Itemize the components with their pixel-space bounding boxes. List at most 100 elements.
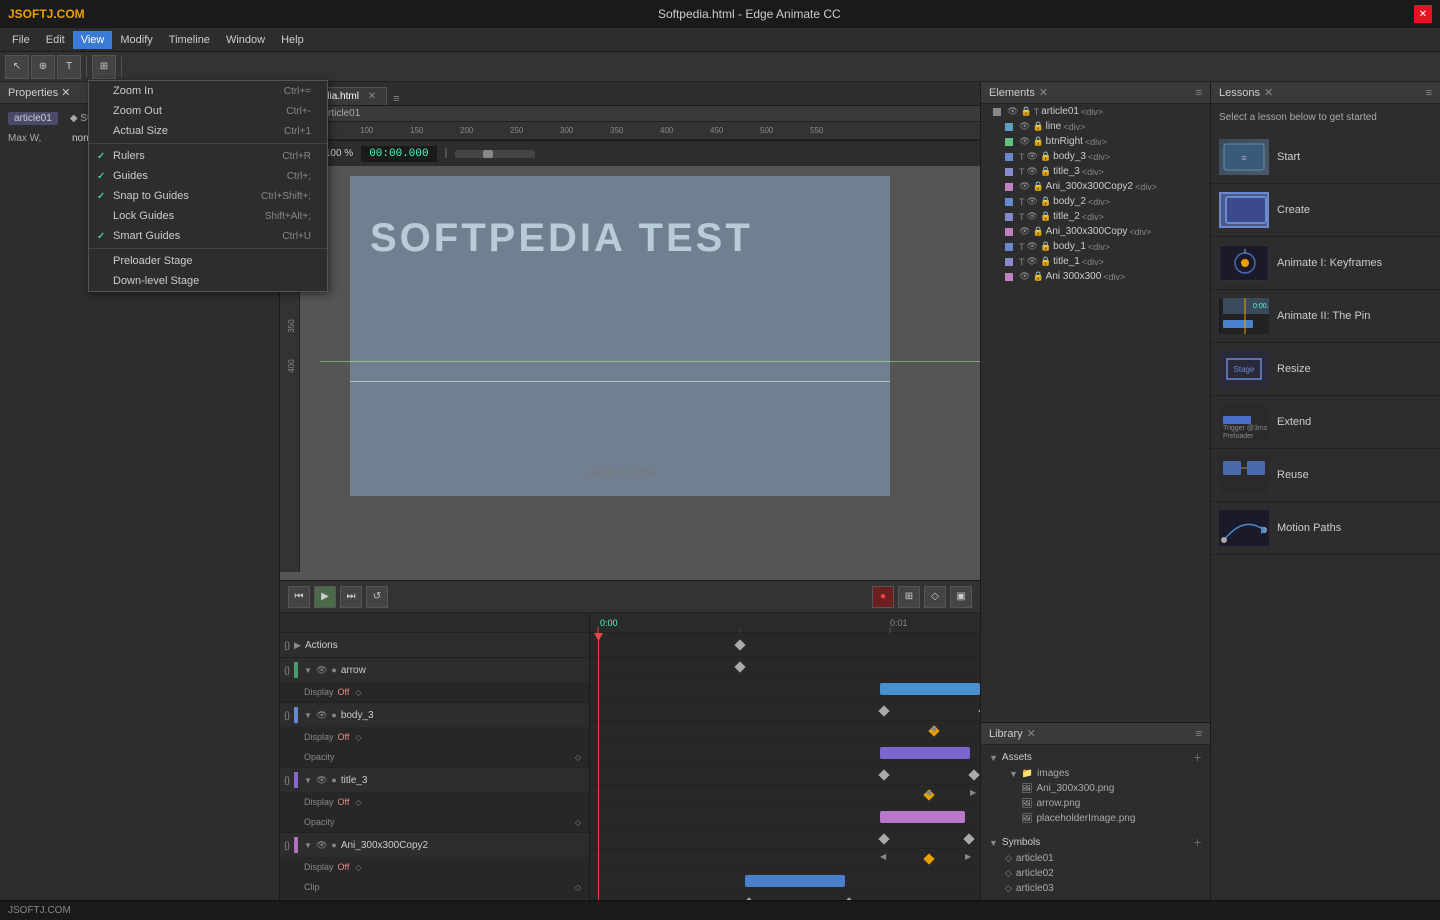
assets-add[interactable]: ＋ [1193, 751, 1202, 764]
tl-record[interactable]: ● [872, 586, 894, 608]
tl-easing[interactable]: ◇ [924, 586, 946, 608]
lesson-motion-paths[interactable]: Motion Paths [1211, 502, 1440, 555]
tl-rewind[interactable]: ⏮ [288, 586, 310, 608]
lesson-animate2[interactable]: 0:00.250 Animate II: The Pin [1211, 290, 1440, 343]
tab-options[interactable]: ≡ [393, 93, 399, 105]
menu-window[interactable]: Window [218, 31, 273, 49]
elem-title2[interactable]: T 👁 🔒 title_2 <div> [989, 209, 1210, 224]
kf-ani-copy2-bar [880, 811, 965, 823]
track-ani-copy2-main[interactable]: {} ▼ 👁 ● Ani_300x300Copy2 [280, 833, 589, 857]
menu-guides[interactable]: ✓ Guides Ctrl+; [89, 166, 327, 186]
app-logo: JSOFTJ.COM [8, 7, 85, 21]
lesson-extend[interactable]: Trigger @3ms Preloader Extend [1211, 396, 1440, 449]
elem-title1[interactable]: T 👁 🔒 title_1 <div> [989, 254, 1210, 269]
elements-options[interactable]: ✕ [1039, 86, 1048, 99]
asset-placeholder[interactable]: 🖼 placeholderImage.png [989, 811, 1202, 826]
lessons-menu[interactable]: ≡ [1426, 87, 1432, 99]
menu-zoom-out[interactable]: Zoom Out Ctrl+- [89, 101, 327, 121]
menu-file[interactable]: File [4, 31, 38, 49]
elem-ani-copy[interactable]: 👁 🔒 Ani_300x300Copy <div> [989, 224, 1210, 239]
track-arrow-main[interactable]: {} ▼ 👁 ● arrow [280, 658, 589, 682]
tl-back[interactable]: ↺ [366, 586, 388, 608]
tl-play[interactable]: ▶ [314, 586, 336, 608]
select-tool[interactable]: ↖ [5, 55, 29, 79]
svg-text:450: 450 [710, 126, 724, 135]
text-tool[interactable]: T [57, 55, 81, 79]
menu-actual-size[interactable]: Actual Size Ctrl+1 [89, 121, 327, 141]
lesson-start[interactable]: ≡ Start [1211, 131, 1440, 184]
assets-folder[interactable]: ▼ Assets ＋ [989, 749, 1202, 766]
stage-canvas[interactable]: SOFTPEDIA TEST JSOFTJ.COM [350, 176, 890, 496]
menu-zoom-in[interactable]: Zoom In Ctrl+= [89, 81, 327, 101]
elem-ani-copy2[interactable]: 👁 🔒 Ani_300x300Copy2 <div> [989, 179, 1210, 194]
menu-modify[interactable]: Modify [112, 31, 160, 49]
assets-images-folder[interactable]: ▼ 📁 images [989, 766, 1202, 781]
menu-smart-guides[interactable]: ✓ Smart Guides Ctrl+U [89, 226, 327, 246]
elements-list: 👁 🔒 T article01 <div> 👁 🔒 line <div> 👁 🔒… [981, 104, 1210, 722]
elem-article01[interactable]: 👁 🔒 T article01 <div> [989, 104, 1210, 119]
lessons-close[interactable]: ✕ [1264, 86, 1273, 99]
symbol-article02[interactable]: ◇ article02 [989, 866, 1202, 881]
image-icon3: 🖼 [1021, 813, 1032, 824]
close-button[interactable]: ✕ [1414, 5, 1432, 23]
grid-tool[interactable]: ⊞ [92, 55, 116, 79]
menu-help[interactable]: Help [273, 31, 312, 49]
track-title3-main[interactable]: {} ▼ 👁 ● title_3 [280, 768, 589, 792]
tl-ruler-label [280, 613, 589, 633]
library-panel: Library ✕ ≡ ▼ Assets ＋ ▼ 📁 images 🖼 Ani_… [981, 722, 1210, 900]
scrubber[interactable] [455, 150, 535, 158]
elements-menu[interactable]: ≡ [1196, 87, 1202, 99]
lesson-resize[interactable]: Stage Resize [1211, 343, 1440, 396]
menu-view[interactable]: View [73, 31, 113, 49]
asset-arrow[interactable]: 🖼 arrow.png [989, 796, 1202, 811]
menu-rulers[interactable]: ✓ Rulers Ctrl+R [89, 146, 327, 166]
lesson-animate1[interactable]: Animate I: Keyframes [1211, 237, 1440, 290]
menu-lock-guides[interactable]: Lock Guides Shift+Alt+; [89, 206, 327, 226]
library-header[interactable]: Library ✕ ≡ [981, 723, 1210, 745]
elem-body3[interactable]: T 👁 🔒 body_3 <div> [989, 149, 1210, 164]
symbols-folder[interactable]: ▼ Symbols ＋ [989, 834, 1202, 851]
lesson-create-label: Create [1277, 204, 1310, 216]
kf-actions-diamond [734, 639, 745, 650]
tab-bar: Softpedia.html ✕ ≡ [280, 82, 980, 106]
track-actions-main[interactable]: {} ▶ Actions [280, 633, 589, 657]
transform-tool[interactable]: ⊕ [31, 55, 55, 79]
track-ani-copy2-dot: ● [331, 840, 336, 850]
track-body3-eye: 👁 [316, 710, 327, 721]
lesson-create[interactable]: Create [1211, 184, 1440, 237]
asset-ani300[interactable]: 🖼 Ani_300x300.png [989, 781, 1202, 796]
lesson-reuse[interactable]: Reuse [1211, 449, 1440, 502]
track-arrow: {} ▼ 👁 ● arrow Display Off ◇ [280, 658, 589, 703]
track-ani-copy2-arrow: ▼ [304, 841, 312, 850]
kf-body3-display-row [590, 701, 980, 721]
track-arrow-arrow: ▼ [304, 666, 312, 675]
elem-ani300[interactable]: 👁 🔒 Ani 300x300 <div> [989, 269, 1210, 284]
menu-snap-guides[interactable]: ✓ Snap to Guides Ctrl+Shift+; [89, 186, 327, 206]
symbols-add[interactable]: ＋ [1193, 836, 1202, 849]
elem-line[interactable]: 👁 🔒 line <div> [989, 119, 1210, 134]
symbol-article01[interactable]: ◇ article01 [989, 851, 1202, 866]
menu-timeline[interactable]: Timeline [161, 31, 218, 49]
symbol-article03[interactable]: ◇ article03 [989, 881, 1202, 896]
tl-motion[interactable]: ▣ [950, 586, 972, 608]
tl-snap[interactable]: ⊞ [898, 586, 920, 608]
menu-preloader-stage[interactable]: Preloader Stage [89, 251, 327, 271]
track-ani-copy2-clip: Clip ◇ [280, 877, 589, 897]
library-options[interactable]: ✕ [1027, 727, 1036, 740]
track-body3-main[interactable]: {} ▼ 👁 ● body_3 [280, 703, 589, 727]
elem-body2[interactable]: T 👁 🔒 body_2 <div> [989, 194, 1210, 209]
elem-body1[interactable]: T 👁 🔒 body_1 <div> [989, 239, 1210, 254]
status-text: JSOFTJ.COM [8, 905, 71, 916]
elem-btnright[interactable]: 👁 🔒 btnRight <div> [989, 134, 1210, 149]
library-menu[interactable]: ≡ [1196, 728, 1202, 740]
menu-down-level-stage[interactable]: Down-level Stage [89, 271, 327, 291]
track-actions-icon: {} [284, 640, 290, 650]
elements-title: Elements [989, 87, 1035, 99]
tl-fastforward[interactable]: ⏭ [340, 586, 362, 608]
kf-actions-row [590, 633, 980, 657]
elem-title3[interactable]: T 👁 🔒 title_3 <div> [989, 164, 1210, 179]
playhead[interactable] [598, 633, 599, 900]
menu-edit[interactable]: Edit [38, 31, 73, 49]
lesson-resize-thumb: Stage [1219, 351, 1269, 387]
track-body3-display: Display Off ◇ [280, 727, 589, 747]
